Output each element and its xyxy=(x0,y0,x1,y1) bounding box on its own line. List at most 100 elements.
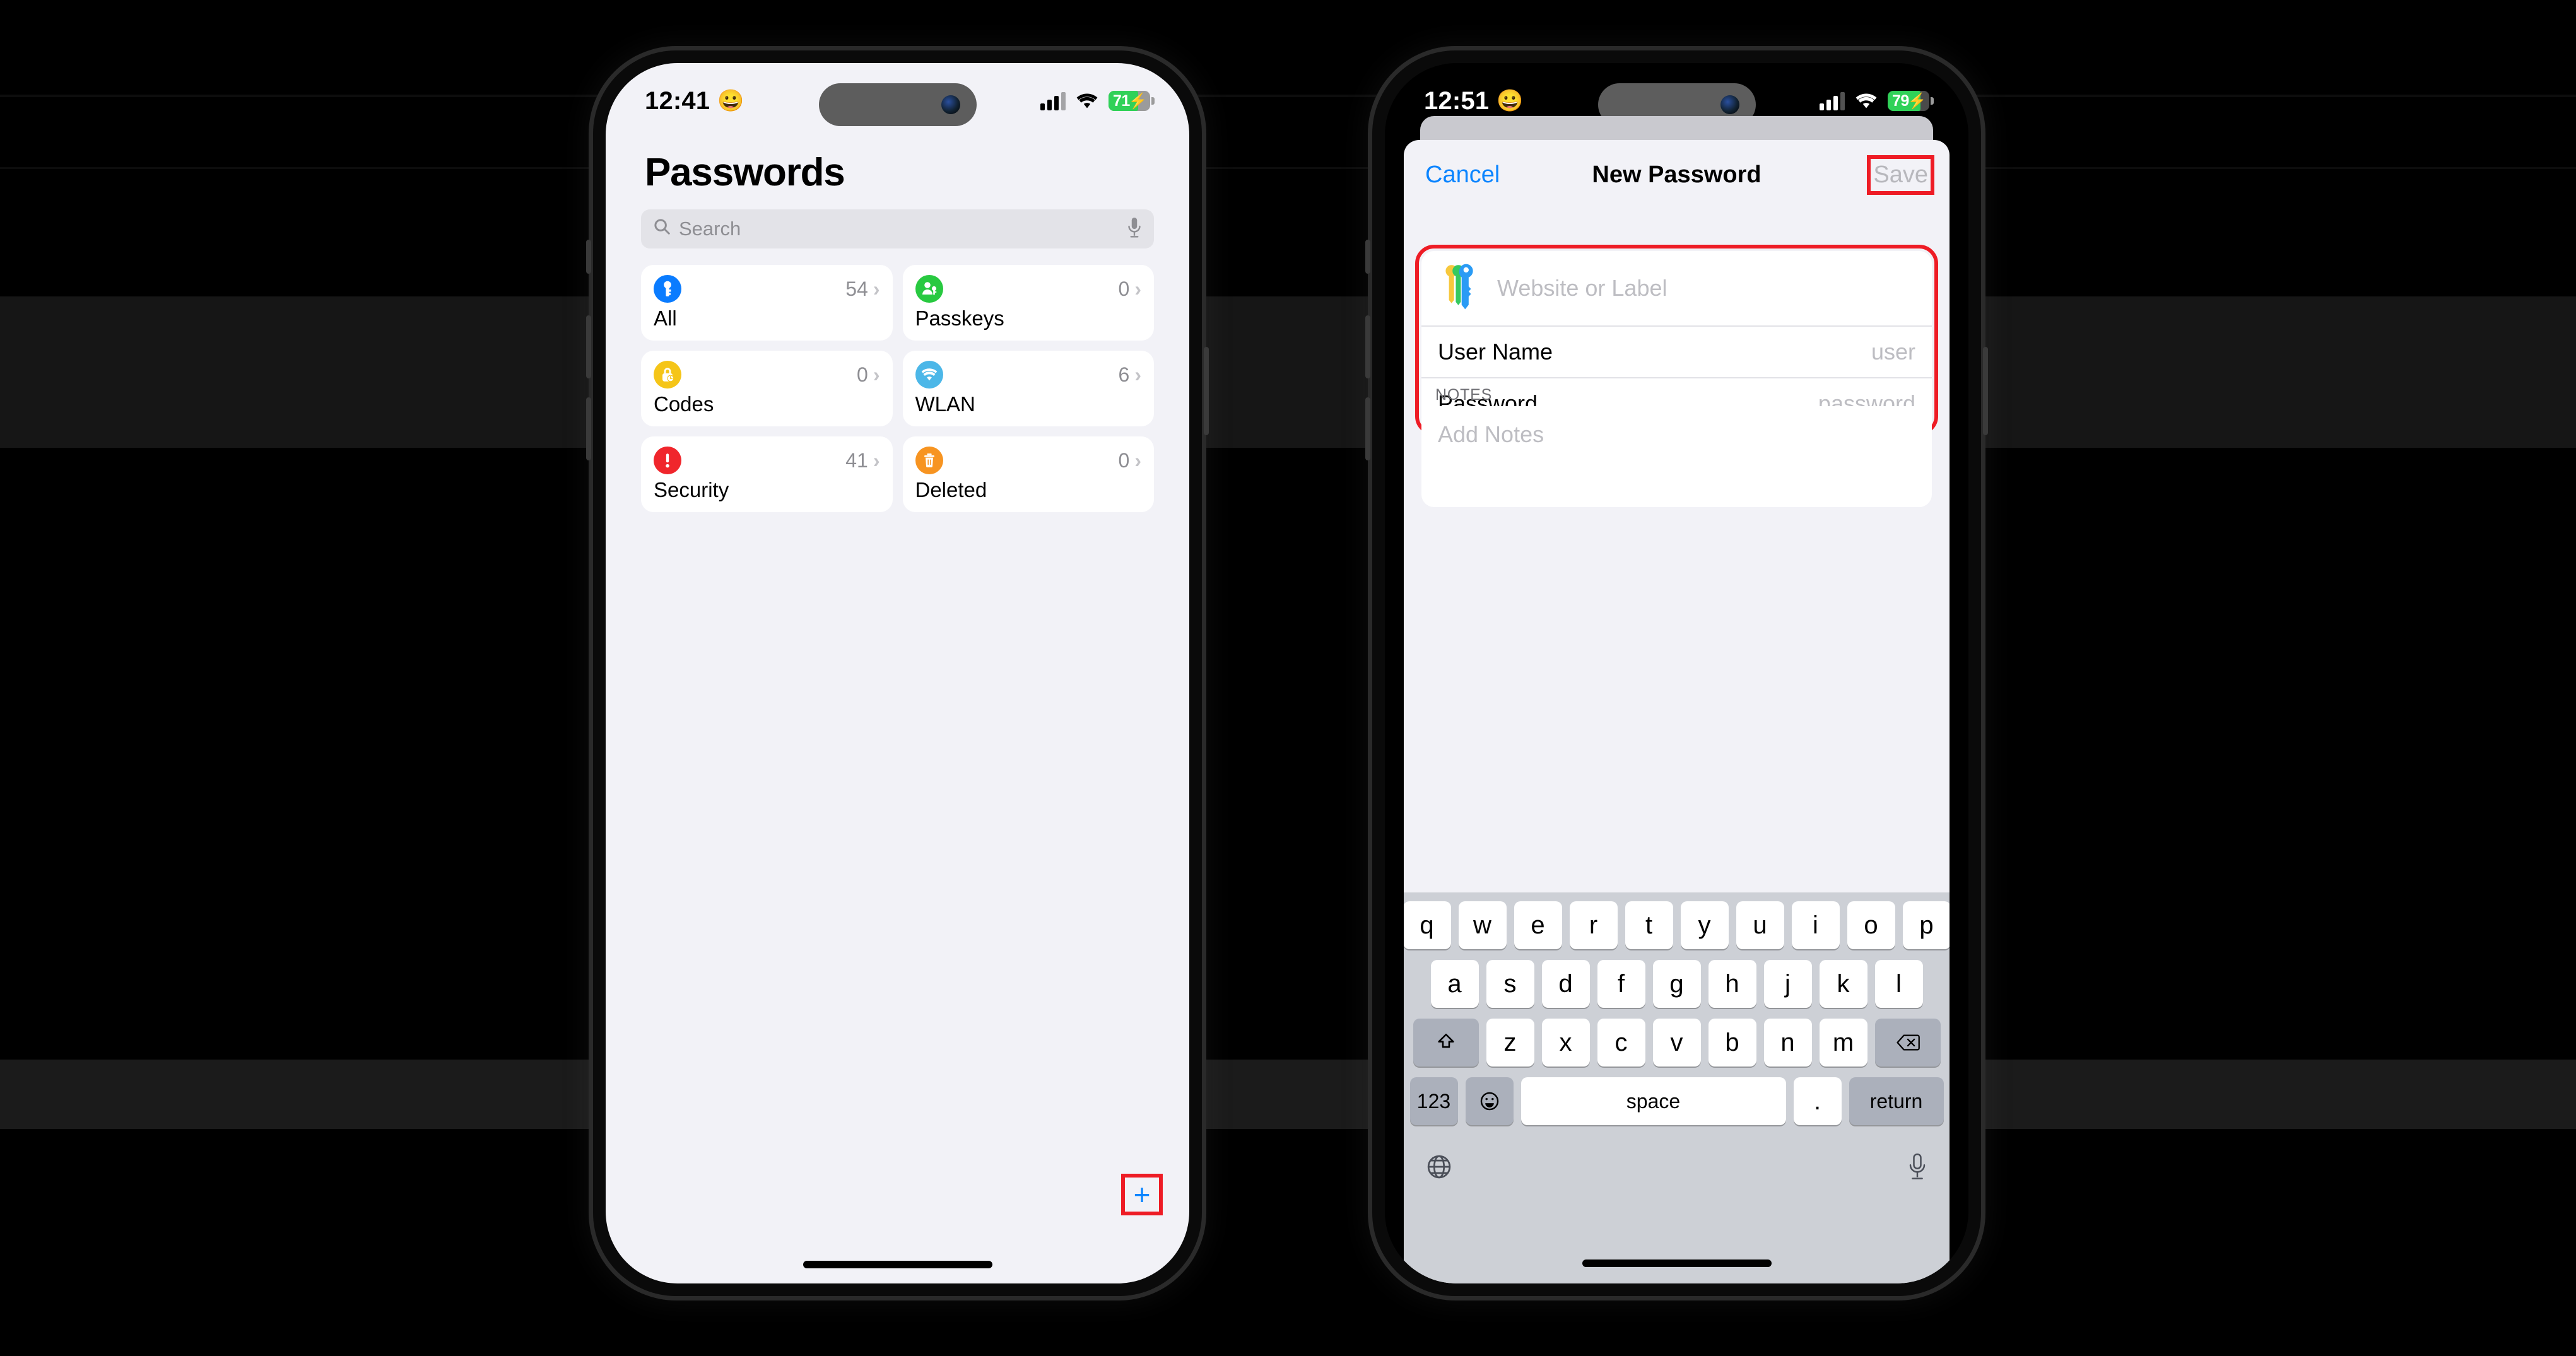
globe-icon[interactable] xyxy=(1425,1153,1453,1184)
status-time-group: 12:41 😀 xyxy=(645,87,744,115)
person-key-icon xyxy=(915,275,943,303)
status-time: 12:41 xyxy=(645,86,710,115)
battery-charging-icon: 79 ⚡ xyxy=(1888,91,1934,111)
key-d[interactable]: d xyxy=(1541,960,1590,1008)
key-w[interactable]: w xyxy=(1458,901,1507,949)
focus-face-icon: 😀 xyxy=(1497,89,1524,113)
key-k[interactable]: k xyxy=(1819,960,1867,1008)
page-title: Passwords xyxy=(645,151,845,194)
keyboard-row-3: z x c v b n m xyxy=(1404,1019,1950,1067)
website-or-label-input[interactable]: Website or Label xyxy=(1497,275,1667,301)
key-a[interactable]: a xyxy=(1430,960,1479,1008)
microphone-icon[interactable] xyxy=(1126,217,1143,242)
power-button[interactable] xyxy=(1204,347,1209,435)
notes-placeholder: Add Notes xyxy=(1438,421,1544,447)
passwords-keys-icon xyxy=(1438,260,1481,317)
home-indicator xyxy=(803,1261,992,1268)
category-card-all[interactable]: 54 › All xyxy=(641,265,893,341)
silent-switch[interactable] xyxy=(1365,240,1370,274)
card-top-row: 54 › xyxy=(654,275,880,303)
key-v[interactable]: v xyxy=(1652,1019,1701,1067)
key-s[interactable]: s xyxy=(1486,960,1534,1008)
category-card-deleted[interactable]: 0 › Deleted xyxy=(902,436,1154,512)
numbers-key[interactable]: 123 xyxy=(1409,1077,1458,1125)
period-key[interactable]: . xyxy=(1793,1077,1842,1125)
keyboard-row-1: q w e r t y u i o p xyxy=(1404,901,1950,949)
focus-face-icon: 😀 xyxy=(717,89,744,113)
battery-percent: 79 xyxy=(1892,91,1909,110)
category-card-passkeys[interactable]: 0 › Passkeys xyxy=(902,265,1154,341)
category-label: All xyxy=(654,307,677,330)
key-i[interactable]: i xyxy=(1791,901,1840,949)
category-label: WLAN xyxy=(915,392,975,416)
key-t[interactable]: t xyxy=(1625,901,1673,949)
card-top-row: 0 › xyxy=(915,275,1141,303)
status-indicators-right: 79 ⚡ xyxy=(1820,91,1934,111)
front-camera-icon xyxy=(941,95,960,114)
backspace-icon[interactable] xyxy=(1874,1019,1941,1067)
charging-bolt-icon: ⚡ xyxy=(1128,92,1148,110)
dynamic-island xyxy=(818,83,977,126)
username-input[interactable]: user xyxy=(1871,339,1915,365)
volume-down-button[interactable] xyxy=(1365,397,1370,460)
category-count: 0 xyxy=(1118,277,1130,300)
key-e[interactable]: e xyxy=(1514,901,1562,949)
trash-icon xyxy=(915,447,943,474)
emoji-smiley-icon[interactable] xyxy=(1465,1077,1514,1125)
phone-right-screen: 12:51 😀 79 ⚡ Cancel New Password Save We… xyxy=(1385,63,1968,1283)
notes-textarea[interactable]: Add Notes xyxy=(1421,406,1932,507)
key-f[interactable]: f xyxy=(1597,960,1645,1008)
chevron-right-icon: › xyxy=(873,448,880,472)
power-button[interactable] xyxy=(1983,347,1988,435)
key-j[interactable]: j xyxy=(1763,960,1812,1008)
key-g[interactable]: g xyxy=(1652,960,1701,1008)
volume-up-button[interactable] xyxy=(586,315,591,378)
return-key[interactable]: return xyxy=(1849,1077,1944,1125)
key-u[interactable]: u xyxy=(1736,901,1784,949)
key-l[interactable]: l xyxy=(1874,960,1923,1008)
shift-up-icon[interactable] xyxy=(1413,1019,1479,1067)
website-row[interactable]: Website or Label xyxy=(1421,251,1932,325)
lock-clock-icon xyxy=(654,361,681,389)
wifi-icon xyxy=(915,361,943,389)
add-password-button[interactable]: + xyxy=(1121,1174,1163,1215)
space-key[interactable]: space xyxy=(1520,1077,1786,1125)
search-icon xyxy=(652,217,671,242)
key-b[interactable]: b xyxy=(1708,1019,1756,1067)
silent-switch[interactable] xyxy=(586,240,591,274)
category-count: 41 xyxy=(845,448,868,472)
cellular-bars-icon xyxy=(1040,91,1066,110)
wifi-icon xyxy=(1855,92,1878,110)
username-row[interactable]: User Name user xyxy=(1421,325,1932,377)
keyboard-row-4: 123 space . return xyxy=(1404,1077,1950,1125)
dictation-microphone-icon[interactable] xyxy=(1907,1153,1928,1184)
battery-charging-icon: 71 ⚡ xyxy=(1109,91,1155,111)
key-q[interactable]: q xyxy=(1404,901,1451,949)
key-n[interactable]: n xyxy=(1763,1019,1812,1067)
phone-left-screen: 12:41 😀 71 ⚡ Passwords Search 54 › All 0… xyxy=(606,63,1189,1283)
plus-icon: + xyxy=(1133,1178,1151,1211)
category-count: 0 xyxy=(1118,448,1130,472)
search-placeholder: Search xyxy=(679,218,741,240)
cancel-button[interactable]: Cancel xyxy=(1425,161,1500,189)
front-camera-icon xyxy=(1720,95,1739,114)
key-m[interactable]: m xyxy=(1819,1019,1867,1067)
key-r[interactable]: r xyxy=(1569,901,1618,949)
key-h[interactable]: h xyxy=(1708,960,1756,1008)
category-card-wlan[interactable]: 6 › WLAN xyxy=(902,351,1154,426)
key-c[interactable]: c xyxy=(1597,1019,1645,1067)
key-z[interactable]: z xyxy=(1486,1019,1534,1067)
category-card-codes[interactable]: 0 › Codes xyxy=(641,351,893,426)
category-card-security[interactable]: 41 › Security xyxy=(641,436,893,512)
volume-up-button[interactable] xyxy=(1365,315,1370,378)
key-o[interactable]: o xyxy=(1847,901,1895,949)
search-input[interactable]: Search xyxy=(641,209,1154,248)
chevron-right-icon: › xyxy=(873,277,880,300)
home-indicator xyxy=(1582,1260,1772,1267)
key-y[interactable]: y xyxy=(1680,901,1729,949)
key-p[interactable]: p xyxy=(1902,901,1950,949)
volume-down-button[interactable] xyxy=(586,397,591,460)
key-x[interactable]: x xyxy=(1541,1019,1590,1067)
username-label: User Name xyxy=(1438,339,1553,365)
save-button[interactable]: Save xyxy=(1867,155,1934,195)
